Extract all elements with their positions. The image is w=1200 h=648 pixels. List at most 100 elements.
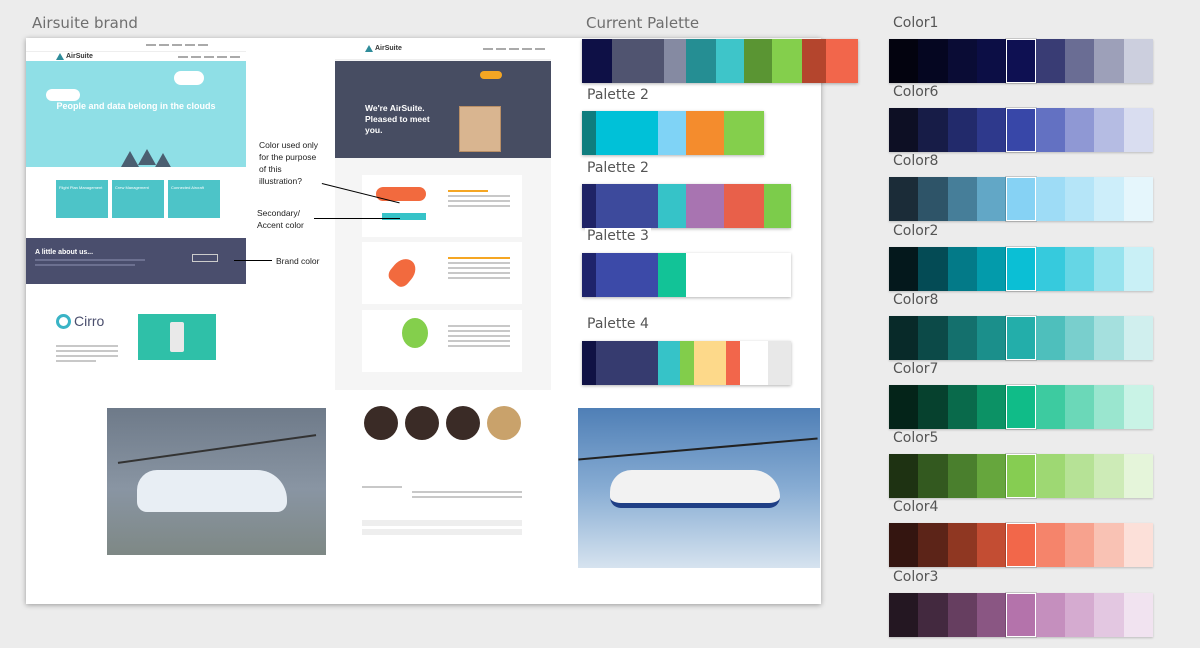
ramp-swatch[interactable] (947, 385, 977, 429)
ramp-swatch[interactable] (889, 108, 919, 153)
ramp-swatch[interactable] (1094, 523, 1124, 568)
ramp-swatch[interactable] (1064, 454, 1095, 499)
palette-swatch[interactable] (686, 184, 724, 228)
ramp-swatch[interactable] (918, 246, 948, 291)
ramp-swatch[interactable] (976, 592, 1007, 637)
ramp-swatch[interactable] (918, 523, 948, 568)
ramp-swatch[interactable] (976, 108, 1007, 153)
ramp-swatch[interactable] (918, 177, 948, 222)
palette-swatch[interactable] (686, 253, 791, 297)
ramp-swatch[interactable] (1006, 523, 1036, 568)
ramp-swatch[interactable] (1006, 592, 1036, 637)
palette-swatch[interactable] (582, 253, 596, 297)
ramp-swatch[interactable] (918, 315, 948, 360)
ramp-swatch[interactable] (947, 177, 977, 222)
palette-swatch[interactable] (658, 253, 686, 297)
about-button[interactable] (192, 254, 218, 262)
ramp-swatch[interactable] (1094, 246, 1124, 291)
palette-swatch[interactable] (596, 253, 658, 297)
palette-swatch[interactable] (596, 111, 658, 155)
ramp-swatch[interactable] (1123, 39, 1153, 83)
palette-swatch[interactable] (658, 341, 680, 385)
ramp-swatch[interactable] (1006, 246, 1036, 291)
ramp-swatch[interactable] (918, 108, 948, 153)
ramp-swatch[interactable] (1006, 385, 1036, 429)
palette-swatch[interactable] (726, 341, 740, 385)
ramp-swatch[interactable] (1064, 246, 1095, 291)
palette-swatch[interactable] (582, 111, 596, 155)
palette-swatch[interactable] (802, 39, 826, 83)
ramp-swatch[interactable] (1094, 592, 1124, 637)
ramp-swatch[interactable] (976, 39, 1007, 83)
palette-swatch[interactable] (582, 184, 596, 228)
ramp-swatch[interactable] (1064, 177, 1095, 222)
palette-swatch[interactable] (686, 39, 716, 83)
ramp-swatch[interactable] (889, 385, 919, 429)
ramp-swatch[interactable] (1035, 592, 1065, 637)
ramp-swatch[interactable] (889, 246, 919, 291)
ramp-swatch[interactable] (889, 315, 919, 360)
ramp-swatch[interactable] (1123, 315, 1153, 360)
palette-swatch[interactable] (658, 111, 686, 155)
ramp-swatch[interactable] (1064, 108, 1095, 153)
ramp-swatch[interactable] (889, 454, 919, 499)
ramp-swatch[interactable] (1035, 315, 1065, 360)
palette-swatch[interactable] (596, 341, 658, 385)
ramp-swatch[interactable] (1006, 177, 1036, 222)
palette-swatch[interactable] (764, 184, 791, 228)
palette-swatch[interactable] (744, 39, 772, 83)
ramp-swatch[interactable] (1064, 523, 1095, 568)
ramp-swatch[interactable] (947, 523, 977, 568)
ramp-swatch[interactable] (1035, 385, 1065, 429)
palette-swatch[interactable] (596, 184, 658, 228)
ramp-swatch[interactable] (918, 454, 948, 499)
palette-swatch[interactable] (826, 39, 858, 83)
ramp-swatch[interactable] (1006, 39, 1036, 83)
ramp-swatch[interactable] (889, 39, 919, 83)
ramp-swatch[interactable] (1006, 108, 1036, 153)
ramp-swatch[interactable] (889, 177, 919, 222)
palette-swatch[interactable] (612, 39, 664, 83)
palette-swatch[interactable] (582, 39, 612, 83)
ramp-swatch[interactable] (1123, 177, 1153, 222)
ramp-swatch[interactable] (947, 246, 977, 291)
palette-swatch[interactable] (724, 111, 764, 155)
palette-swatch[interactable] (716, 39, 744, 83)
ramp-swatch[interactable] (1094, 315, 1124, 360)
palette-swatch[interactable] (664, 39, 686, 83)
ramp-swatch[interactable] (1064, 592, 1095, 637)
ramp-swatch[interactable] (1064, 385, 1095, 429)
ramp-swatch[interactable] (976, 385, 1007, 429)
ramp-swatch[interactable] (1035, 108, 1065, 153)
ramp-swatch[interactable] (1035, 246, 1065, 291)
ramp-swatch[interactable] (918, 385, 948, 429)
ramp-swatch[interactable] (1035, 39, 1065, 83)
palette-swatch[interactable] (658, 184, 686, 228)
ramp-swatch[interactable] (1035, 177, 1065, 222)
ramp-swatch[interactable] (947, 315, 977, 360)
palette-swatch[interactable] (772, 39, 802, 83)
ramp-swatch[interactable] (1094, 177, 1124, 222)
palette-swatch[interactable] (694, 341, 726, 385)
ramp-swatch[interactable] (947, 39, 977, 83)
ramp-swatch[interactable] (918, 592, 948, 637)
ramp-swatch[interactable] (947, 592, 977, 637)
ramp-swatch[interactable] (976, 523, 1007, 568)
ramp-swatch[interactable] (976, 177, 1007, 222)
product-card[interactable]: Flight Plan Management (56, 180, 108, 218)
palette-swatch[interactable] (680, 341, 694, 385)
ramp-swatch[interactable] (1094, 454, 1124, 499)
palette-swatch[interactable] (582, 341, 596, 385)
ramp-swatch[interactable] (976, 246, 1007, 291)
ramp-swatch[interactable] (1006, 454, 1036, 499)
ramp-swatch[interactable] (1123, 523, 1153, 568)
ramp-swatch[interactable] (889, 523, 919, 568)
ramp-swatch[interactable] (976, 315, 1007, 360)
ramp-swatch[interactable] (947, 108, 977, 153)
ramp-swatch[interactable] (1123, 592, 1153, 637)
ramp-swatch[interactable] (1123, 454, 1153, 499)
ramp-swatch[interactable] (918, 39, 948, 83)
ramp-swatch[interactable] (1035, 523, 1065, 568)
ramp-swatch[interactable] (1123, 385, 1153, 429)
ramp-swatch[interactable] (1064, 315, 1095, 360)
